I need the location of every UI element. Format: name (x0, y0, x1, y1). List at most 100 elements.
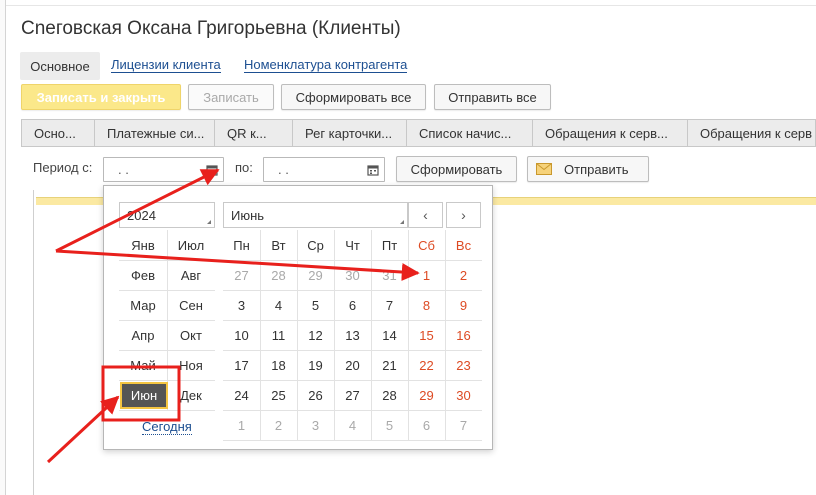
day-cell[interactable]: 4 (334, 410, 371, 440)
chevron-right-icon[interactable]: › (446, 202, 481, 228)
month-item[interactable]: Дек (167, 380, 215, 410)
day-cell[interactable]: 4 (260, 290, 297, 320)
send-all-button[interactable]: Отправить все (434, 84, 551, 110)
period-to-value: . . (278, 162, 289, 177)
day-cell[interactable]: 26 (297, 380, 334, 410)
month-item[interactable]: Май (119, 350, 167, 380)
day-cell[interactable]: 5 (297, 290, 334, 320)
day-cell[interactable]: 11 (260, 320, 297, 350)
weekday-header: Вт (271, 237, 286, 253)
year-selector[interactable]: 2024 (119, 202, 215, 228)
weekday-header: Сб (418, 237, 435, 253)
month-item[interactable]: Апр (119, 320, 167, 350)
grid-line (223, 410, 482, 411)
month-item[interactable]: Ноя (167, 350, 215, 380)
day-cell[interactable]: 2 (445, 260, 482, 290)
day-cell[interactable]: 6 (334, 290, 371, 320)
calendar-icon[interactable] (362, 158, 384, 181)
day-cell[interactable]: 23 (445, 350, 482, 380)
day-cell[interactable]: 19 (297, 350, 334, 380)
day-cell[interactable]: 25 (260, 380, 297, 410)
month-item[interactable]: Фев (119, 260, 167, 290)
tab-reg-cards[interactable]: Рег карточки... (292, 119, 407, 147)
nav-link-nomenclature[interactable]: Номенклатура контрагента (244, 52, 408, 80)
envelope-icon (536, 163, 552, 175)
form-button[interactable]: Сформировать (396, 156, 517, 182)
month-item[interactable]: Окт (167, 320, 215, 350)
day-cell[interactable]: 29 (297, 260, 334, 290)
grid-line (223, 290, 482, 291)
send-button[interactable]: Отправить (527, 156, 649, 182)
write-and-close-button[interactable]: Записать и закрыть (21, 84, 181, 110)
tab-service-requests-2[interactable]: Обращения к серв (687, 119, 816, 147)
tab-qr[interactable]: QR к... (214, 119, 293, 147)
day-cell[interactable]: 8 (408, 290, 445, 320)
day-cell[interactable]: 6 (408, 410, 445, 440)
day-cell[interactable]: 28 (371, 380, 408, 410)
day-cell[interactable]: 10 (223, 320, 260, 350)
day-cell[interactable]: 29 (408, 380, 445, 410)
day-cell[interactable]: 21 (371, 350, 408, 380)
period-to-field[interactable]: . . (263, 157, 385, 182)
month-item[interactable]: Сен (167, 290, 215, 320)
selected-month-june[interactable]: Июн (120, 382, 168, 409)
nav-link-nomenclature-label: Номенклатура контрагента (244, 57, 408, 73)
day-cell[interactable]: 30 (334, 260, 371, 290)
day-cell[interactable]: 3 (223, 290, 260, 320)
day-cell[interactable]: 30 (445, 380, 482, 410)
day-cell[interactable]: 2 (260, 410, 297, 440)
tab-service-requests-1[interactable]: Обращения к серв... (532, 119, 688, 147)
day-cell[interactable]: 24 (223, 380, 260, 410)
day-cell[interactable]: 27 (223, 260, 260, 290)
day-cell[interactable]: 31 (371, 260, 408, 290)
month-selector[interactable]: Июнь (223, 202, 408, 228)
tab-charges-list[interactable]: Список начис... (406, 119, 533, 147)
form-all-button[interactable]: Сформировать все (281, 84, 426, 110)
month-item[interactable]: Авг (167, 260, 215, 290)
calendar-icon[interactable] (201, 158, 223, 181)
day-cell[interactable]: 27 (334, 380, 371, 410)
send-button-label: Отправить (564, 161, 629, 177)
day-cell[interactable]: 14 (371, 320, 408, 350)
day-cell[interactable]: 9 (445, 290, 482, 320)
period-from-field[interactable]: . . (103, 157, 224, 182)
day-cell[interactable]: 1 (408, 260, 445, 290)
chevron-left-icon[interactable]: ‹ (408, 202, 443, 228)
grid-line (223, 350, 482, 351)
day-cell[interactable]: 15 (408, 320, 445, 350)
today-link[interactable]: Сегодня (142, 419, 192, 435)
window-left-edge (0, 0, 6, 495)
weekday-header: Ср (307, 237, 324, 253)
grid-line (445, 230, 446, 440)
grid-line (119, 410, 215, 411)
grid-line (371, 230, 372, 440)
day-cell[interactable]: 20 (334, 350, 371, 380)
day-cell[interactable]: 13 (334, 320, 371, 350)
period-from-label: Период с: (33, 160, 93, 175)
nav-tab-main[interactable]: Основное (20, 52, 100, 80)
day-cell[interactable]: 5 (371, 410, 408, 440)
today-label: Сегодня (142, 419, 192, 435)
month-item[interactable]: Мар (119, 290, 167, 320)
write-button[interactable]: Записать (188, 84, 274, 110)
tab-bar: Осно... Платежные си... QR к... Рег карт… (21, 119, 816, 147)
day-cell[interactable]: 28 (260, 260, 297, 290)
day-cell[interactable]: 7 (445, 410, 482, 440)
nav-link-licenses[interactable]: Лицензии клиента (111, 52, 221, 80)
grid-line (223, 320, 482, 321)
day-cell[interactable]: 1 (223, 410, 260, 440)
tab-basic[interactable]: Осно... (21, 119, 95, 147)
weekday-header: Пт (381, 237, 398, 253)
grid-line (260, 230, 261, 440)
day-cell[interactable]: 18 (260, 350, 297, 380)
day-cell[interactable]: 22 (408, 350, 445, 380)
month-value: Июнь (231, 207, 265, 223)
day-cell[interactable]: 16 (445, 320, 482, 350)
day-cell[interactable]: 12 (297, 320, 334, 350)
day-cell[interactable]: 7 (371, 290, 408, 320)
tab-payment-systems[interactable]: Платежные си... (94, 119, 215, 147)
month-item[interactable]: Июл (167, 230, 215, 260)
day-cell[interactable]: 17 (223, 350, 260, 380)
day-cell[interactable]: 3 (297, 410, 334, 440)
month-item[interactable]: Янв (119, 230, 167, 260)
